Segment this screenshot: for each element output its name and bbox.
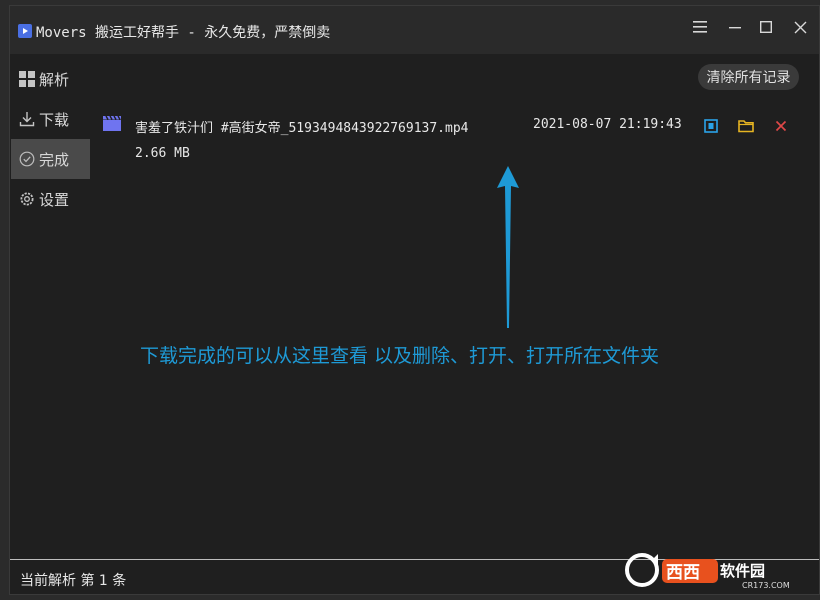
sidebar-item-label: 设置 — [39, 190, 70, 209]
clear-all-records-button[interactable]: 清除所有记录 — [698, 64, 799, 90]
watermark-logo: 西西 软件园 CR173.COM — [625, 553, 790, 590]
svg-text:西西: 西西 — [666, 563, 700, 583]
window-title: Movers 搬运工好帮手 - 永久免费，严禁倒卖 — [36, 25, 331, 41]
sidebar-item-settings[interactable]: 设置 — [11, 179, 90, 219]
close-icon[interactable] — [787, 14, 813, 40]
sidebar-item-label: 下载 — [39, 110, 70, 129]
sidebar-item-complete[interactable]: 完成 — [11, 139, 90, 179]
svg-text:CR173.COM: CR173.COM — [742, 581, 790, 590]
sidebar-item-label: 完成 — [39, 150, 70, 169]
minimize-icon[interactable] — [722, 14, 748, 40]
maximize-icon[interactable] — [753, 14, 779, 40]
file-date: 2021-08-07 21:19:43 — [533, 117, 682, 132]
status-text: 当前解析 第 1 条 — [20, 573, 127, 589]
file-name: 害羞了铁汁们 #高街女帝_5193494843922769137.mp4 — [135, 121, 469, 136]
file-size: 2.66 MB — [135, 146, 190, 161]
delete-icon[interactable] — [772, 117, 790, 135]
video-file-icon — [103, 115, 121, 131]
open-folder-icon[interactable] — [737, 117, 755, 135]
open-file-icon[interactable] — [702, 117, 720, 135]
sidebar: 解析 下载 完成 设置 — [10, 54, 92, 554]
sidebar-item-parse[interactable]: 解析 — [11, 59, 90, 99]
gear-icon — [18, 190, 36, 208]
sidebar-item-download[interactable]: 下载 — [11, 99, 90, 139]
annotation-text: 下载完成的可以从这里查看 以及删除、打开、打开所在文件夹 — [140, 345, 660, 367]
grid-icon — [18, 70, 36, 88]
title-bar: Movers 搬运工好帮手 - 永久免费，严禁倒卖 — [10, 6, 819, 54]
check-circle-icon — [18, 150, 36, 168]
sidebar-item-label: 解析 — [39, 70, 70, 89]
download-icon — [18, 110, 36, 128]
app-window: Movers 搬运工好帮手 - 永久免费，严禁倒卖 解析 下载 完成 设置 清除… — [9, 5, 820, 595]
menu-icon[interactable] — [687, 14, 713, 40]
annotation-arrow — [497, 166, 519, 328]
app-logo-icon — [18, 24, 32, 38]
svg-text:软件园: 软件园 — [720, 562, 765, 580]
